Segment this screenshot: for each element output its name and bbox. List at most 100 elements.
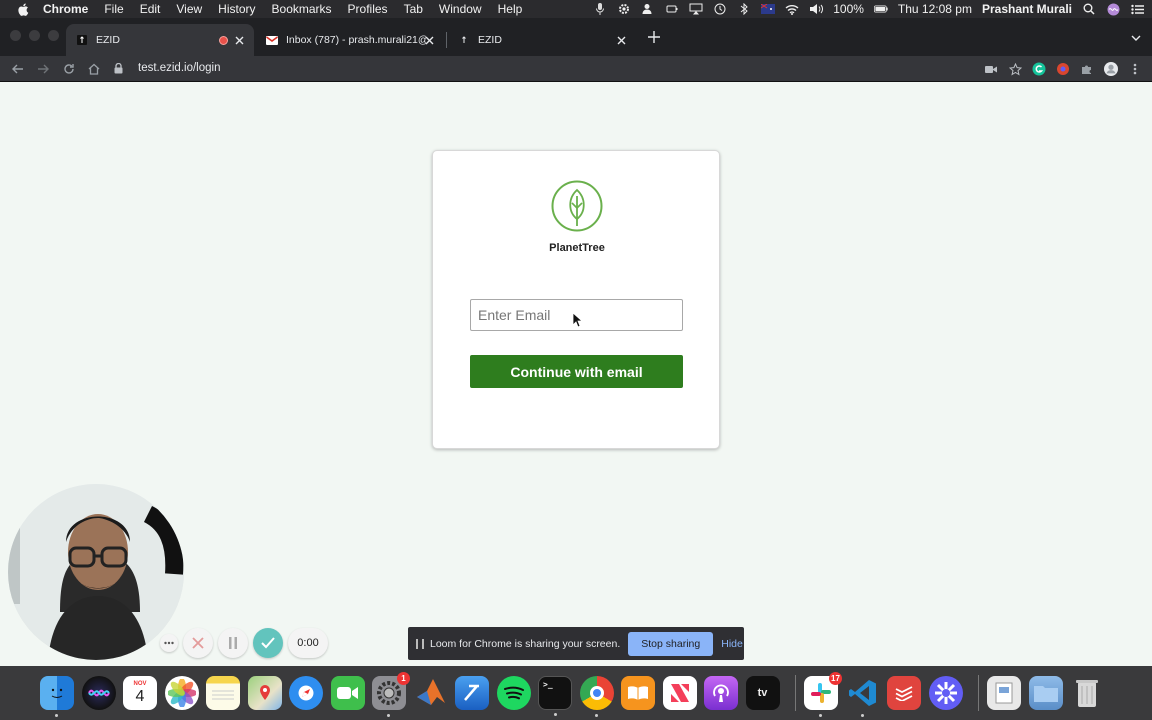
tab-close-icon[interactable] [614, 33, 628, 47]
cancel-recording-icon[interactable] [183, 628, 213, 658]
dock-preview-icon[interactable] [987, 676, 1021, 710]
gmail-favicon-icon [266, 34, 278, 46]
tab-title: EZID [478, 34, 502, 46]
menu-window[interactable]: Window [439, 2, 482, 16]
macos-menu-bar: Chrome File Edit View History Bookmarks … [0, 0, 1152, 18]
bookmark-star-icon[interactable] [1008, 62, 1022, 76]
tab-title: EZID [96, 34, 120, 46]
window-zoom-button[interactable] [48, 30, 59, 41]
lock-icon[interactable] [114, 62, 126, 74]
tab-close-icon[interactable] [422, 33, 436, 47]
notification-badge: 1 [397, 672, 410, 685]
tab-ezid[interactable]: EZID [448, 24, 636, 56]
dock-terminal-icon[interactable]: >_ [538, 676, 572, 716]
menu-app-name[interactable]: Chrome [43, 2, 88, 16]
stop-sharing-button[interactable]: Stop sharing [628, 631, 714, 656]
flag-icon[interactable] [761, 3, 776, 15]
tab-ezid-active[interactable]: EZID [66, 24, 254, 56]
menu-help[interactable]: Help [498, 2, 523, 16]
menu-profiles[interactable]: Profiles [348, 2, 388, 16]
loom-extension-icon[interactable] [1056, 63, 1070, 75]
tab-search-chevron-icon[interactable] [1130, 31, 1142, 43]
dock-slack-icon[interactable]: 17 [804, 672, 842, 717]
reload-icon[interactable] [61, 61, 77, 77]
ezid-favicon-icon [76, 34, 88, 46]
dock-finder-icon[interactable] [40, 676, 74, 717]
notification-center-icon[interactable] [1130, 3, 1144, 15]
battery-status-icon[interactable] [665, 3, 679, 15]
apple-menu-icon[interactable] [15, 3, 31, 16]
macos-dock: NOV 4 1 >_ tv 17 [0, 666, 1152, 720]
menu-view[interactable]: View [176, 2, 202, 16]
grammarly-extension-icon[interactable] [1032, 62, 1046, 76]
chrome-menu-icon[interactable] [1128, 63, 1142, 75]
sharing-pause-icon [416, 638, 424, 649]
menu-file[interactable]: File [104, 2, 123, 16]
window-close-button[interactable] [10, 30, 21, 41]
bluetooth-icon[interactable] [737, 3, 751, 15]
profile-avatar-icon[interactable] [1104, 62, 1118, 76]
dock-spotify-icon[interactable] [496, 676, 531, 710]
brand-name: PlanetTree [549, 242, 605, 254]
dock-system-preferences-icon[interactable]: 1 [372, 672, 410, 717]
dock-news-icon[interactable] [662, 676, 697, 710]
back-arrow-icon[interactable] [10, 61, 26, 77]
menubar-user[interactable]: Prashant Murali [982, 2, 1072, 16]
dock-vscode-icon[interactable] [846, 676, 880, 717]
dock-loom-icon[interactable] [928, 676, 963, 710]
home-icon[interactable] [86, 61, 102, 77]
hide-sharing-bar-link[interactable]: Hide [721, 638, 743, 650]
user-lock-icon[interactable] [641, 3, 655, 15]
battery-icon[interactable] [873, 3, 888, 15]
time-machine-icon[interactable] [713, 3, 727, 15]
menu-edit[interactable]: Edit [140, 2, 161, 16]
dock-safari-icon[interactable] [289, 676, 323, 710]
menu-tab[interactable]: Tab [404, 2, 423, 16]
airplay-icon[interactable] [689, 3, 703, 15]
dock-notes-icon[interactable] [206, 676, 240, 710]
wifi-icon[interactable] [785, 3, 799, 15]
dock-facetime-icon[interactable] [330, 676, 365, 710]
menu-history[interactable]: History [218, 2, 255, 16]
volume-icon[interactable] [809, 3, 824, 15]
dock-maps-icon[interactable] [247, 676, 282, 710]
dock-matlab-icon[interactable] [414, 676, 448, 710]
menubar-clock[interactable]: Thu 12:08 pm [898, 2, 972, 16]
continue-with-email-button[interactable]: Continue with email [470, 355, 683, 388]
siri-icon[interactable] [1106, 3, 1120, 15]
camera-permission-icon[interactable] [984, 63, 998, 75]
dock-books-icon[interactable] [621, 676, 655, 710]
dock-downloads-folder-icon[interactable] [1028, 676, 1063, 710]
battery-percent: 100% [833, 2, 864, 16]
extensions-puzzle-icon[interactable] [1080, 63, 1094, 75]
dock-apple-tv-icon[interactable]: tv [745, 676, 780, 710]
calendar-month: NOV [133, 681, 147, 687]
finish-recording-check-icon[interactable] [253, 628, 283, 658]
webcam-bubble[interactable] [8, 484, 184, 660]
dock-siri-icon[interactable] [81, 676, 116, 710]
dock-podcasts-icon[interactable] [704, 676, 738, 710]
more-options-icon[interactable] [160, 634, 178, 652]
pause-recording-icon[interactable] [218, 628, 248, 658]
microphone-icon[interactable] [593, 3, 607, 15]
gear-icon[interactable] [617, 3, 631, 15]
menu-bookmarks[interactable]: Bookmarks [272, 2, 332, 16]
running-indicator [55, 714, 58, 717]
window-minimize-button[interactable] [29, 30, 40, 41]
dock-photos-icon[interactable] [164, 676, 199, 710]
forward-arrow-icon[interactable] [35, 61, 51, 77]
window-controls [10, 30, 59, 41]
tab-gmail-inbox[interactable]: Inbox (787) - prash.murali21@... [256, 24, 444, 56]
address-bar[interactable]: test.ezid.io/login [110, 57, 960, 79]
ezid-favicon-icon [458, 34, 470, 46]
running-indicator [594, 714, 598, 717]
menubar-status-area: 100% Thu 12:08 pm Prashant Murali [593, 0, 1144, 18]
tab-close-icon[interactable] [232, 33, 246, 47]
dock-calendar-icon[interactable]: NOV 4 [123, 676, 157, 710]
dock-chrome-icon[interactable] [579, 676, 614, 717]
dock-todoist-icon[interactable] [887, 676, 921, 710]
dock-xcode-icon[interactable] [455, 676, 489, 710]
new-tab-plus-icon[interactable] [646, 29, 662, 45]
spotlight-search-icon[interactable] [1082, 3, 1096, 15]
dock-trash-icon[interactable] [1070, 676, 1104, 710]
